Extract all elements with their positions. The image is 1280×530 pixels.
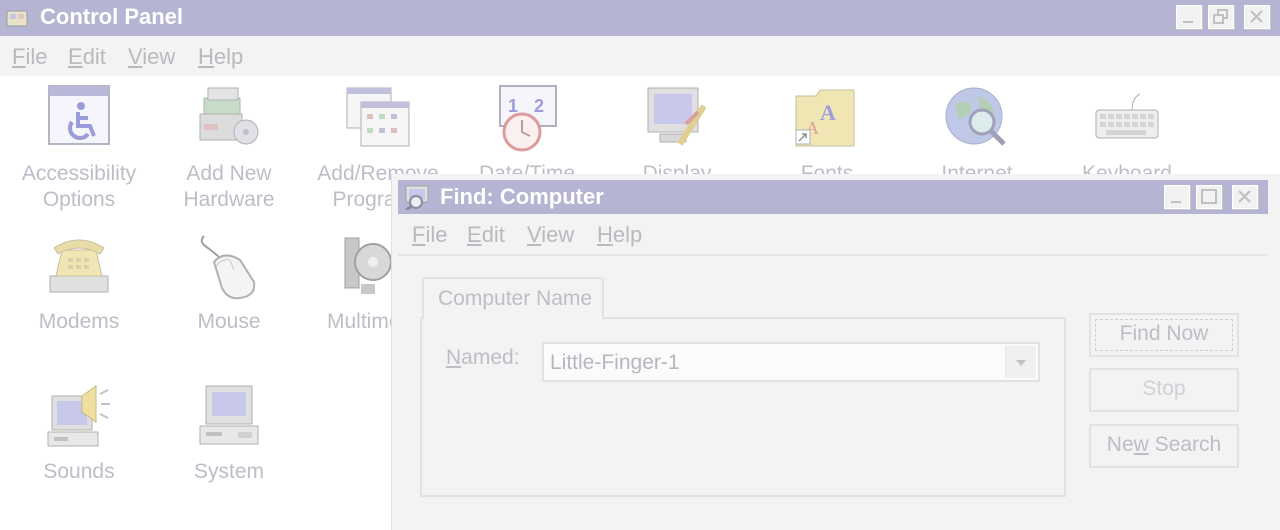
control-panel-icon	[6, 10, 28, 27]
find-dialog-title: Find: Computer	[440, 184, 604, 209]
named-combobox[interactable]: Little-Finger-1	[542, 342, 1040, 382]
find-dialog-titlebar[interactable]: Find: Computer	[398, 180, 1268, 214]
svg-text:1: 1	[508, 96, 518, 116]
keyboard-icon	[1095, 93, 1159, 139]
cp-item-keyboard[interactable]: Keyboard	[1052, 84, 1202, 187]
display-icon	[647, 87, 707, 146]
menu-view-label: iew	[142, 44, 176, 69]
cp-item-label: Sounds	[43, 460, 115, 483]
named-label-hotkey: N	[446, 346, 462, 369]
focus-rect	[1095, 319, 1233, 351]
menu-view-hotkey: V	[128, 44, 143, 69]
window-title: Control Panel	[40, 4, 184, 29]
svg-text:2: 2	[534, 96, 544, 116]
sounds-icon	[47, 385, 110, 447]
cp-item-internet[interactable]: Internet	[902, 84, 1052, 187]
cp-item-multimedia[interactable]: Multimedia	[303, 232, 429, 335]
minimize-icon	[1183, 21, 1193, 23]
find-menu-view-label: iew	[541, 222, 575, 247]
accessibility-icon	[48, 85, 110, 145]
find-menu-view-hotkey: V	[527, 222, 542, 247]
find-menu-view[interactable]: View	[527, 222, 574, 248]
minimize-icon	[1171, 201, 1181, 203]
cp-item-label-2: Options	[42, 188, 116, 211]
maximize-icon	[1201, 189, 1217, 204]
find-menu-help-label: elp	[612, 222, 643, 247]
tab-computer-name[interactable]: Computer Name	[422, 277, 604, 319]
menu-file-hotkey: F	[12, 44, 26, 69]
restore-icon	[1213, 9, 1228, 24]
tab-computer-name-label: Computer Name	[438, 287, 593, 310]
close-icon	[1238, 190, 1251, 203]
named-label-text: amed:	[461, 346, 520, 369]
cp-item-label: System	[193, 460, 264, 483]
cp-item-label: Multimedia	[327, 310, 429, 333]
menu-help[interactable]: Help	[198, 44, 243, 70]
new-search-button[interactable]: New Search	[1089, 424, 1239, 468]
cp-item-system[interactable]: System	[154, 382, 304, 485]
cp-item-add-new-hardware[interactable]: Add New Hardware	[154, 84, 304, 213]
menu-view[interactable]: View	[128, 44, 175, 70]
cp-item-label: Accessibility	[21, 162, 137, 185]
new-search-label-hotkey: w	[1133, 433, 1149, 456]
find-menu-help-hotkey: H	[597, 222, 613, 247]
stop-button[interactable]: Stop	[1089, 368, 1239, 412]
mouse-icon	[200, 235, 256, 300]
menu-edit-hotkey: E	[68, 44, 83, 69]
close-icon	[1250, 10, 1263, 23]
cp-item-accessibility[interactable]: Accessibility Options	[4, 84, 154, 213]
svg-text:A: A	[820, 100, 836, 125]
new-search-label-pre: Ne	[1106, 433, 1134, 456]
named-dropdown-button[interactable]	[1005, 346, 1036, 378]
find-menu-help[interactable]: Help	[597, 222, 642, 248]
cp-item-sounds[interactable]: Sounds	[4, 382, 154, 485]
named-input-value[interactable]: Little-Finger-1	[550, 351, 680, 375]
find-dialog-menu-bar: File Edit View Help	[398, 216, 1268, 256]
fonts-icon: A A	[795, 89, 855, 147]
menu-help-label: elp	[213, 44, 244, 69]
find-menu-file-hotkey: F	[412, 222, 426, 247]
find-maximize-button[interactable]	[1196, 185, 1222, 209]
cp-item-fonts[interactable]: A A Fonts	[752, 84, 902, 187]
find-minimize-button[interactable]	[1164, 185, 1190, 209]
find-menu-edit[interactable]: Edit	[467, 222, 505, 248]
named-label: Named:	[446, 346, 520, 370]
find-menu-file-label: ile	[425, 222, 448, 247]
cp-item-date-time[interactable]: 1 2 Date/Time	[452, 84, 602, 187]
menu-bar: File Edit View Help	[0, 36, 1280, 76]
cp-item-label-2: Hardware	[183, 188, 275, 211]
internet-icon	[945, 87, 1006, 146]
new-search-label-post: Search	[1148, 433, 1222, 456]
cp-item-label: Modems	[38, 310, 120, 333]
close-button[interactable]	[1244, 5, 1270, 29]
cp-item-modems[interactable]: Modems	[4, 232, 154, 335]
add-hardware-icon	[199, 87, 259, 145]
menu-edit[interactable]: Edit	[68, 44, 106, 70]
menu-help-hotkey: H	[198, 44, 214, 69]
menu-edit-label: dit	[82, 44, 106, 69]
stop-label: Stop	[1142, 377, 1186, 400]
add-remove-programs-icon	[346, 87, 410, 147]
system-icon	[199, 385, 259, 445]
restore-button[interactable]	[1208, 5, 1234, 29]
modems-icon	[49, 239, 109, 293]
minimize-button[interactable]	[1176, 5, 1202, 29]
find-close-button[interactable]	[1232, 185, 1258, 209]
find-menu-edit-hotkey: E	[467, 222, 482, 247]
date-time-icon: 1 2	[499, 85, 557, 152]
find-now-button[interactable]: Find Now	[1089, 313, 1239, 357]
menu-file[interactable]: File	[12, 44, 47, 70]
menu-file-label: ile	[25, 44, 48, 69]
cp-item-mouse[interactable]: Mouse	[154, 232, 304, 335]
find-menu-file[interactable]: File	[412, 222, 447, 248]
find-menu-edit-label: dit	[481, 222, 505, 247]
find-computer-icon	[405, 185, 429, 210]
control-panel-titlebar[interactable]: Control Panel	[0, 0, 1280, 36]
cp-item-display[interactable]: Display	[602, 84, 752, 187]
cp-item-label: Add New	[186, 162, 272, 185]
find-computer-dialog: Find: Computer File Edit View Help Compu…	[391, 174, 1280, 530]
cp-item-label: Mouse	[197, 310, 261, 333]
chevron-down-icon	[1016, 360, 1026, 366]
